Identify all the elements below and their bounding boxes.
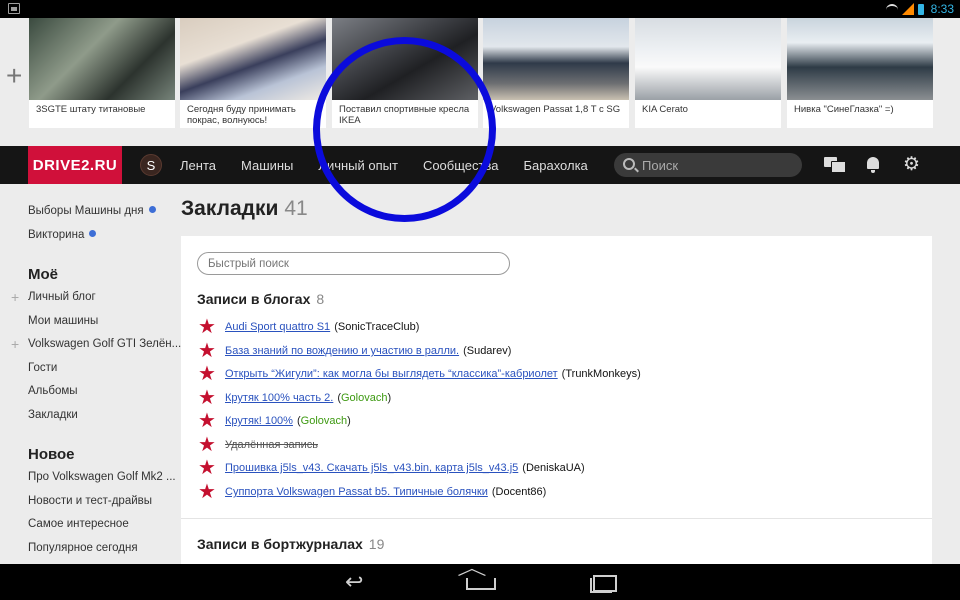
list-item: ★ Крутяк! 100% (Golovach) [197, 410, 351, 432]
entry-author[interactable]: TrunkMonkeys [565, 368, 637, 380]
list-item: ★ База знаний по вождению и участию в ра… [197, 340, 512, 362]
star-icon[interactable]: ★ [197, 317, 217, 337]
promo-card[interactable]: Volkswagen Passat 1,8 T с SG 7 [483, 18, 629, 128]
star-icon[interactable]: ★ [197, 411, 217, 431]
expand-plus-icon[interactable]: + [11, 289, 19, 305]
promo-caption: Сегодня буду принимать покрас, волнуюсь! [187, 104, 296, 126]
entry-author[interactable]: SonicTraceClub [338, 321, 416, 333]
sidebar-item-about-car[interactable]: Про Volkswagen Golf Mk2 ... [28, 471, 176, 483]
image-notification-icon [8, 3, 20, 14]
search-box[interactable] [614, 153, 802, 177]
promo-caption: Volkswagen Passat 1,8 T с SG 7 [490, 104, 621, 126]
promo-image [483, 18, 629, 100]
star-icon[interactable]: ★ [197, 364, 217, 384]
expand-plus-icon[interactable]: + [11, 336, 19, 352]
sidebar-item-news[interactable]: Новости и тест-драйвы [28, 495, 152, 507]
nav-link-feed[interactable]: Лента [180, 158, 216, 173]
entry-author[interactable]: Sudarev [467, 345, 508, 357]
recent-apps-icon[interactable] [590, 572, 618, 593]
star-icon[interactable]: ★ [197, 482, 217, 502]
star-icon[interactable]: ★ [197, 341, 217, 361]
clock: 8:33 [930, 2, 954, 16]
star-icon[interactable]: ★ [197, 435, 217, 455]
sidebar-item-car-of-day[interactable]: Выборы Машины дня [28, 205, 156, 217]
promo-image [180, 18, 326, 100]
search-input[interactable] [642, 153, 792, 177]
entry-link[interactable]: Крутяк 100% часть 2. [225, 392, 333, 404]
messages-icon[interactable] [824, 156, 846, 174]
battery-icon [918, 3, 924, 15]
promo-image [635, 18, 781, 100]
entry-author[interactable]: Golovach [341, 392, 387, 404]
promo-caption: Нивка "СинеГлазка" =) [794, 104, 894, 115]
nav-link-cars[interactable]: Машины [241, 158, 293, 173]
home-icon[interactable] [466, 572, 496, 592]
entry-link[interactable]: Крутяк! 100% [225, 415, 293, 427]
list-item: ★ Прошивка j5ls_v43. Скачать j5ls_v43.bi… [197, 457, 585, 479]
sidebar-item-bookmarks[interactable]: Закладки [28, 409, 78, 421]
sidebar-item-my-cars[interactable]: Мои машины [28, 315, 98, 327]
status-bar: 8:33 [0, 0, 960, 18]
search-icon [623, 158, 635, 170]
promo-caption: KIA Cerato [642, 104, 688, 115]
entry-link[interactable]: База знаний по вождению и участию в ралл… [225, 345, 459, 357]
promo-caption: 3SGTE штату титановые [36, 104, 146, 115]
entry-author[interactable]: Golovach [301, 415, 347, 427]
left-sidebar: Выборы Машины дня Викторина Моё + Личный… [0, 184, 181, 564]
entry-author[interactable]: DeniskaUA [526, 462, 581, 474]
promo-card[interactable]: Нивка "СинеГлазка" =) [787, 18, 933, 128]
list-item: ★ Audi Sport quattro S1 (SonicTraceClub) [197, 316, 420, 338]
section-title-blogs: Записи в блогах 8 [197, 291, 325, 307]
sidebar-item-quiz[interactable]: Викторина [28, 229, 97, 241]
list-item: ★ Крутяк 100% часть 2. (Golovach) [197, 387, 392, 409]
user-avatar[interactable]: S [140, 154, 162, 176]
star-icon[interactable]: ★ [197, 388, 217, 408]
section-count: 8 [316, 291, 325, 307]
sidebar-item-car[interactable]: Volkswagen Golf GTI Зелён... [28, 338, 181, 350]
new-dot [148, 206, 156, 213]
list-item: ★ Открыть “Жигули”: как могла бы выгляде… [197, 363, 641, 385]
entry-author[interactable]: Docent86 [496, 486, 543, 498]
sidebar-item-interesting[interactable]: Самое интересное [28, 518, 129, 530]
sidebar-heading-new: Новое [28, 446, 75, 463]
list-item: ★ Удалённая запись [197, 435, 318, 455]
promo-card[interactable]: KIA Cerato [635, 18, 781, 128]
star-icon[interactable]: ★ [197, 458, 217, 478]
wifi-icon [886, 4, 898, 14]
site-logo[interactable]: DRIVE2.RU [28, 146, 122, 184]
promo-image [787, 18, 933, 100]
section-divider [181, 518, 932, 519]
signal-icon [902, 3, 914, 15]
highlight-circle [313, 37, 496, 222]
entry-link[interactable]: Открыть “Жигули”: как могла бы выглядеть… [225, 368, 558, 380]
section-count: 19 [368, 536, 385, 552]
promo-card[interactable]: Сегодня буду принимать покрас, волнуюсь! [180, 18, 326, 128]
sidebar-item-guests[interactable]: Гости [28, 362, 57, 374]
sidebar-item-popular[interactable]: Популярное сегодня [28, 542, 138, 554]
gear-icon[interactable]: ⚙ [903, 155, 923, 174]
new-dot [89, 230, 97, 237]
android-nav-bar: ↩ [0, 564, 960, 600]
promo-image [29, 18, 175, 100]
notifications-icon[interactable] [864, 156, 884, 174]
sidebar-item-albums[interactable]: Альбомы [28, 385, 78, 397]
promo-card[interactable]: 3SGTE штату титановые [29, 18, 175, 128]
bookmark-count: 41 [284, 197, 308, 220]
sidebar-item-blog[interactable]: Личный блог [28, 291, 96, 303]
entry-deleted: Удалённая запись [225, 439, 318, 451]
add-icon[interactable]: + [6, 62, 22, 90]
list-item: ★ Суппорта Volkswagen Passat b5. Типичны… [197, 481, 547, 503]
system-icons [886, 3, 924, 15]
back-icon[interactable]: ↩ [345, 571, 373, 593]
page-title: Закладки 41 [181, 197, 308, 220]
entry-link[interactable]: Суппорта Volkswagen Passat b5. Типичные … [225, 486, 488, 498]
entry-link[interactable]: Audi Sport quattro S1 [225, 321, 330, 333]
entry-link[interactable]: Прошивка j5ls_v43. Скачать j5ls_v43.bin,… [225, 462, 518, 474]
bookmarks-panel: Записи в блогах8 ★ Audi Sport quattro S1… [181, 236, 932, 566]
sidebar-heading-mine: Моё [28, 266, 58, 283]
quick-search-input[interactable] [197, 252, 510, 275]
nav-link-market[interactable]: Барахолка [523, 158, 587, 173]
section-title-logbooks: Записи в бортжурналах 19 [197, 536, 385, 552]
